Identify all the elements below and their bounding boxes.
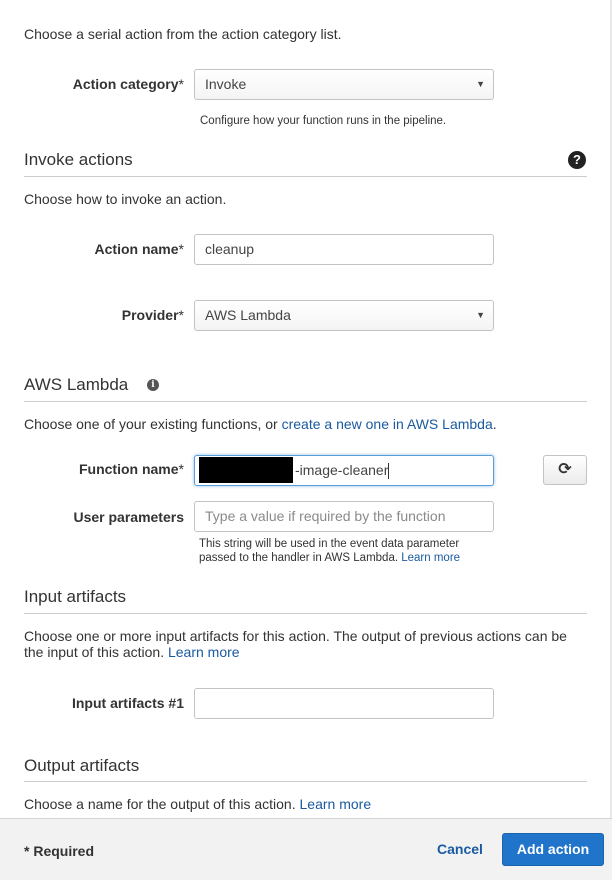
action-category-label: Action category*: [72, 76, 184, 92]
divider: [24, 401, 587, 402]
provider-select[interactable]: AWS Lambda ▼: [194, 300, 494, 331]
input-artifacts-description: Choose one or more input artifacts for t…: [24, 628, 567, 660]
caret-down-icon: ▼: [476, 79, 485, 89]
divider: [24, 781, 587, 782]
user-parameters-label: User parameters: [73, 509, 184, 525]
footer-bar: * Required Cancel Add action: [0, 818, 612, 880]
intro-text: Choose a serial action from the action c…: [24, 26, 342, 42]
user-parameters-learn-more[interactable]: Learn more: [401, 552, 460, 564]
action-category-select[interactable]: Invoke ▼: [194, 69, 494, 100]
action-name-input[interactable]: cleanup: [194, 234, 494, 265]
aws-lambda-title: AWS Lambda: [24, 375, 129, 394]
info-circle-icon[interactable]: i: [147, 379, 159, 391]
input-artifacts-learn-more[interactable]: Learn more: [168, 644, 240, 660]
caret-down-icon: ▼: [476, 310, 485, 320]
add-action-button[interactable]: Add action: [502, 833, 604, 866]
input-artifacts-label: Input artifacts #1: [71, 695, 184, 711]
function-name-value: -image-cleaner: [295, 462, 389, 478]
function-name-input[interactable]: -image-cleaner: [194, 455, 494, 486]
aws-lambda-description: Choose one of your existing functions, o…: [24, 416, 497, 432]
action-name-value: cleanup: [205, 241, 255, 257]
output-artifacts-title: Output artifacts: [24, 756, 140, 775]
refresh-icon: ⟳: [558, 461, 572, 478]
cancel-button[interactable]: Cancel: [437, 841, 483, 857]
action-name-label: Action name*: [94, 241, 184, 257]
redacted-block: [199, 457, 293, 483]
provider-label: Provider*: [121, 307, 184, 323]
output-artifacts-description: Choose a name for the output of this act…: [24, 796, 372, 812]
user-parameters-placeholder: Type a value if required by the function: [205, 508, 446, 524]
output-artifacts-learn-more[interactable]: Learn more: [300, 796, 372, 812]
function-name-label: Function name*: [78, 461, 184, 477]
divider: [24, 176, 587, 177]
text-cursor: [388, 463, 390, 480]
invoke-actions-description: Choose how to invoke an action.: [24, 191, 227, 207]
action-category-help: Configure how your function runs in the …: [200, 115, 447, 127]
divider: [24, 613, 587, 614]
question-circle-icon[interactable]: ?: [568, 151, 586, 169]
create-lambda-link[interactable]: create a new one in AWS Lambda: [282, 416, 493, 432]
invoke-actions-title: Invoke actions: [24, 150, 133, 169]
required-note: * Required: [24, 843, 95, 859]
input-artifacts-title: Input artifacts: [24, 587, 127, 606]
input-artifacts-field[interactable]: [194, 688, 494, 719]
user-parameters-input[interactable]: Type a value if required by the function: [194, 501, 494, 532]
refresh-button[interactable]: ⟳: [543, 455, 587, 485]
action-category-value: Invoke: [205, 76, 247, 92]
provider-value: AWS Lambda: [205, 307, 291, 323]
user-parameters-help: This string will be used in the event da…: [199, 538, 461, 564]
